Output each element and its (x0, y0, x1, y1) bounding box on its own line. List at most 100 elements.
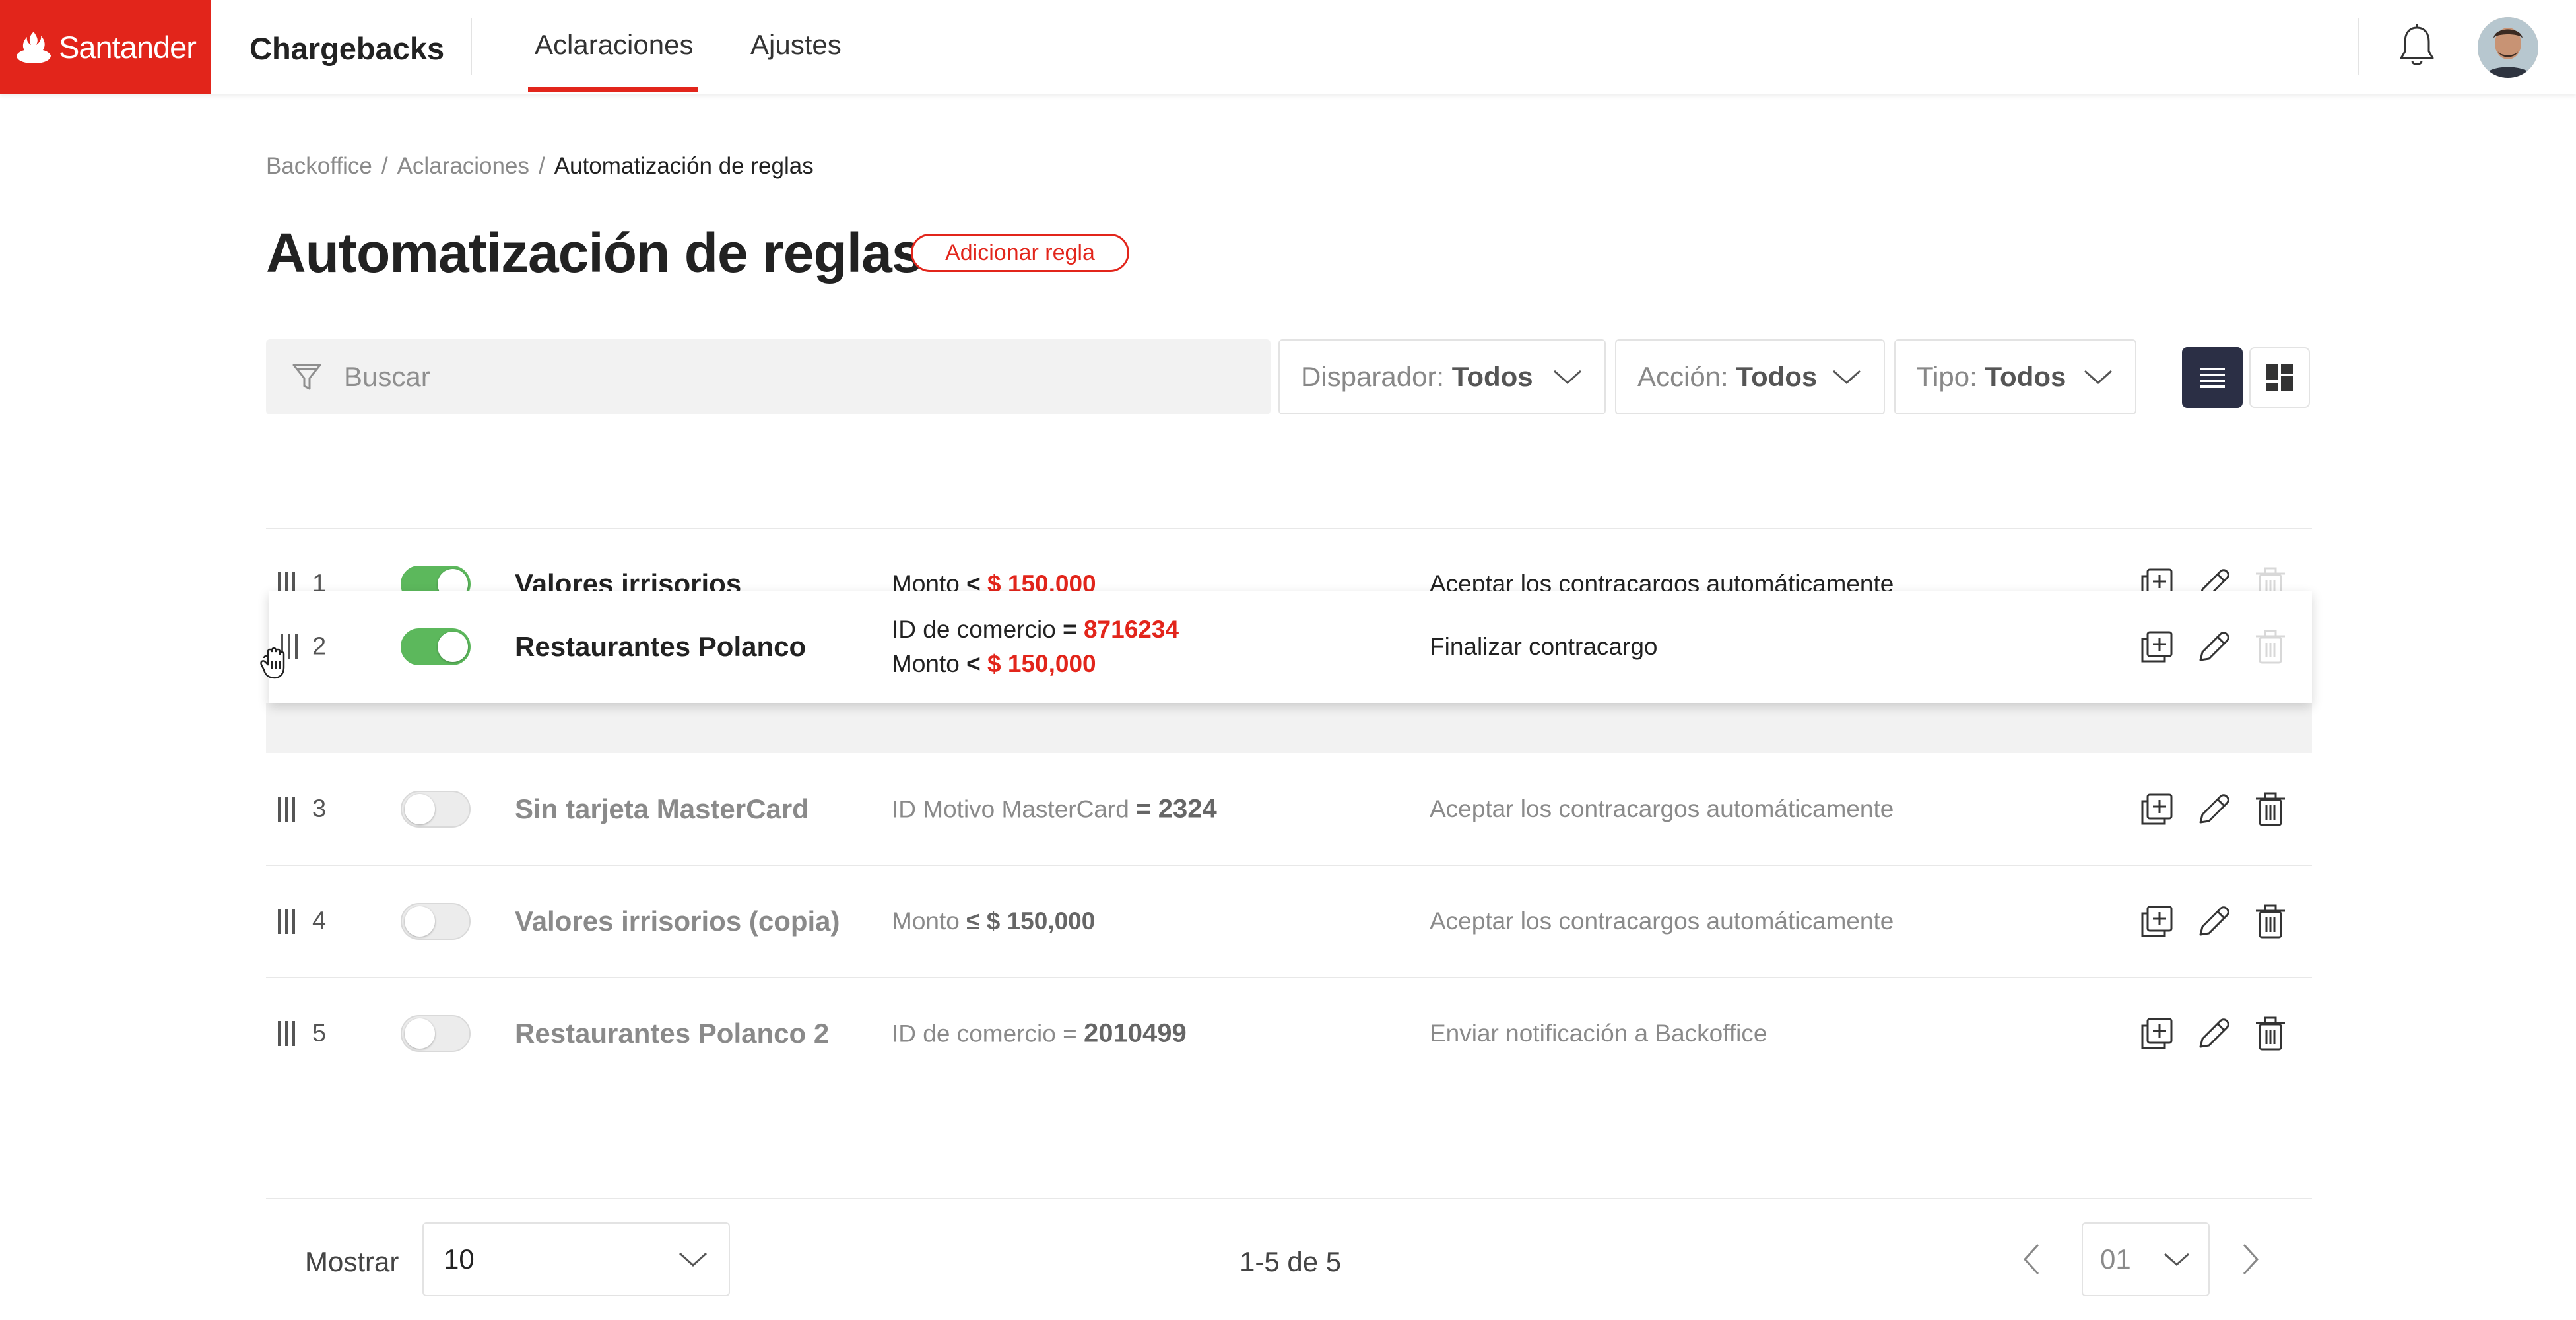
current-page: 01 (2100, 1243, 2131, 1274)
condition-operator: = (1063, 1020, 1077, 1047)
action-filter-label: Acción: (1637, 361, 1729, 392)
breadcrumb-separator: / (381, 153, 388, 179)
show-label: Mostrar (305, 1246, 399, 1277)
duplicate-icon[interactable] (2137, 789, 2177, 829)
tab-aclaraciones[interactable]: Aclaraciones (535, 29, 693, 61)
condition-label: Monto (892, 908, 960, 935)
delete-icon[interactable] (2251, 627, 2290, 667)
chevron-down-icon (1553, 370, 1582, 385)
condition-value: $ 150,000 (987, 650, 1096, 677)
condition-line: Monto < $ 150,000 (892, 650, 1096, 677)
active-tab-indicator (528, 87, 698, 92)
flame-icon (17, 31, 51, 63)
page-size-value: 10 (444, 1243, 475, 1274)
chevron-down-icon (678, 1252, 708, 1267)
edit-icon[interactable] (2194, 627, 2233, 667)
rule-number: 2 (312, 632, 327, 661)
rule-action: Aceptar los contracargos automáticamente (1430, 795, 1894, 822)
chevron-left-icon[interactable] (2018, 1241, 2045, 1278)
search-placeholder: Buscar (344, 361, 430, 392)
rule-toggle[interactable] (401, 566, 471, 591)
rule-action: Enviar notificación a Backoffice (1430, 1020, 1767, 1047)
filter-icon (292, 364, 321, 390)
rule-toggle[interactable] (401, 903, 471, 940)
rule-toggle[interactable] (401, 628, 471, 665)
duplicate-icon[interactable] (2137, 564, 2177, 591)
edit-icon[interactable] (2194, 902, 2233, 941)
trigger-filter-dropdown[interactable]: Disparador: Todos (1278, 339, 1606, 414)
edit-icon[interactable] (2194, 564, 2233, 591)
duplicate-icon[interactable] (2137, 627, 2177, 667)
delete-icon[interactable] (2251, 789, 2290, 829)
type-filter-dropdown[interactable]: Tipo: Todos (1894, 339, 2136, 414)
bell-icon[interactable] (2397, 24, 2437, 69)
rule-action: Finalizar contracargo (1430, 633, 1658, 660)
add-rule-button[interactable]: Adicionar regla (911, 234, 1129, 272)
type-filter-text: Tipo: Todos (1917, 361, 2066, 393)
page-size-select[interactable]: 10 (422, 1222, 730, 1296)
table-row[interactable]: 3 Sin tarjeta MasterCard ID Motivo Maste… (266, 753, 2312, 865)
rule-action: Aceptar los contracargos automáticamente (1430, 908, 1894, 935)
toggle-knob (438, 632, 468, 662)
rule-toggle[interactable] (401, 791, 471, 828)
page-number-select[interactable]: 01 (2082, 1222, 2210, 1296)
type-filter-value: Todos (1985, 361, 2066, 392)
chevron-right-icon[interactable] (2237, 1241, 2264, 1278)
duplicate-icon[interactable] (2137, 902, 2177, 941)
edit-icon[interactable] (2194, 1014, 2233, 1053)
breadcrumb-aclaraciones[interactable]: Aclaraciones (397, 153, 529, 180)
rule-toggle[interactable] (401, 1015, 471, 1052)
page-title: Automatización de reglas (266, 222, 923, 284)
action-filter-text: Acción: Todos (1637, 361, 1817, 393)
toggle-knob (438, 569, 468, 591)
drag-handle-icon[interactable] (275, 569, 298, 591)
rule-name: Restaurantes Polanco (515, 631, 807, 662)
top-navigation-bar: Santander Chargebacks Aclaraciones Ajust… (0, 0, 2576, 94)
condition-value: 8716234 (1083, 616, 1179, 643)
duplicate-icon[interactable] (2137, 1014, 2177, 1053)
delete-icon[interactable] (2251, 902, 2290, 941)
edit-icon[interactable] (2194, 789, 2233, 829)
tab-ajustes[interactable]: Ajustes (750, 29, 842, 61)
grid-view-button[interactable] (2249, 347, 2310, 408)
condition-operator: < (966, 650, 981, 677)
action-filter-dropdown[interactable]: Acción: Todos (1615, 339, 1885, 414)
drag-handle-icon[interactable] (275, 1018, 298, 1049)
condition-line: ID de comercio = 8716234 (892, 616, 1179, 643)
condition-operator: = (1136, 794, 1152, 824)
table-row[interactable]: 5 Restaurantes Polanco 2 ID de comercio … (266, 977, 2312, 1090)
condition-value: 2324 (1158, 794, 1217, 824)
condition-label: Monto (892, 570, 960, 591)
rule-name: Valores irrisorios (515, 568, 742, 591)
dragged-table-row[interactable]: 2 Restaurantes Polanco ID de comercio = … (269, 591, 2312, 703)
santander-logo[interactable]: Santander (0, 0, 211, 94)
rule-number: 1 (312, 570, 327, 591)
condition-operator: ≤ (966, 908, 980, 935)
chevron-down-icon (1832, 370, 1861, 385)
divider (2358, 18, 2359, 75)
breadcrumb-backoffice[interactable]: Backoffice (266, 153, 372, 180)
drag-handle-icon[interactable] (275, 906, 298, 937)
condition-operator: < (966, 570, 981, 591)
drag-handle-icon[interactable] (275, 794, 298, 824)
user-avatar[interactable] (2478, 17, 2538, 78)
grab-cursor-icon (260, 647, 285, 679)
toggle-knob (405, 1018, 435, 1049)
rule-number: 5 (312, 1019, 327, 1047)
delete-icon[interactable] (2251, 1014, 2290, 1053)
rule-name: Restaurantes Polanco 2 (515, 1018, 830, 1049)
rule-name: Valores irrisorios (copia) (515, 906, 840, 937)
breadcrumb-separator: / (538, 153, 545, 179)
toggle-knob (405, 906, 435, 937)
app-title: Chargebacks (249, 31, 445, 66)
table-row[interactable]: 1 Valores irrisorios Monto < $ 150,000 A… (266, 528, 2312, 591)
divider (266, 1198, 2312, 1199)
delete-icon[interactable] (2251, 564, 2290, 591)
list-view-button[interactable] (2182, 347, 2243, 408)
search-input[interactable]: Buscar (266, 339, 1271, 414)
rule-condition: Monto ≤ $ 150,000 (892, 904, 1095, 939)
grid-view-icon (2266, 364, 2293, 391)
table-row[interactable]: 4 Valores irrisorios (copia) Monto ≤ $ 1… (266, 865, 2312, 977)
trigger-filter-label: Disparador: (1301, 361, 1445, 392)
condition-label: ID de comercio (892, 616, 1056, 643)
